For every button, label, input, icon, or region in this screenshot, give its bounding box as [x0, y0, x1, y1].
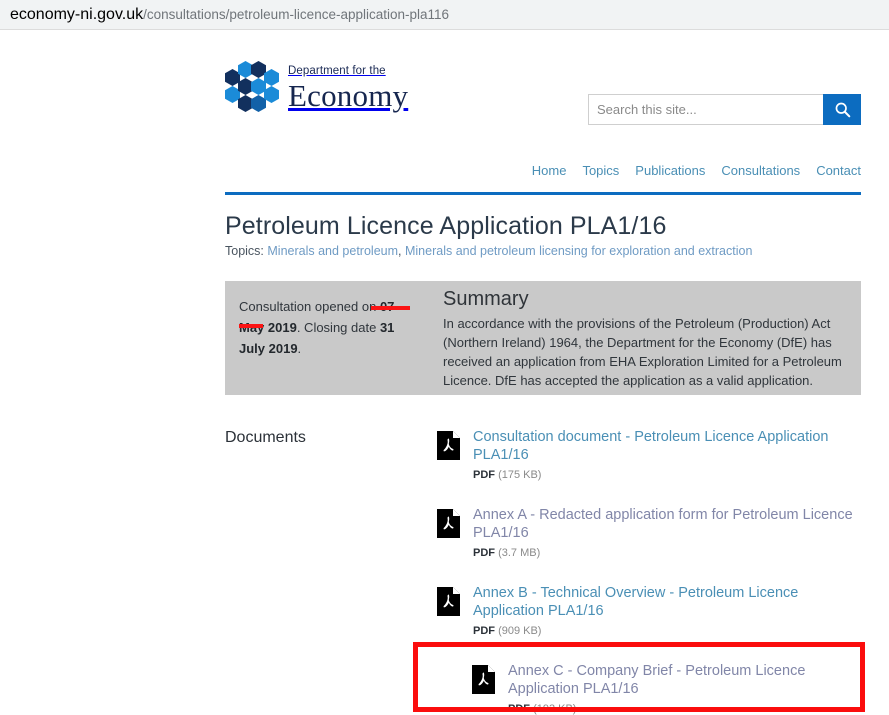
- document-item[interactable]: Annex A - Redacted application form for …: [437, 506, 861, 559]
- document-meta: PDF (175 KB): [473, 469, 861, 481]
- summary-content: Summary In accordance with the provision…: [435, 281, 861, 395]
- search-input[interactable]: [588, 94, 823, 125]
- primary-nav[interactable]: Home Topics Publications Consultations C…: [532, 163, 861, 178]
- document-size: (175 KB): [498, 469, 542, 481]
- topics-line: Topics: Minerals and petroleum, Minerals…: [225, 244, 752, 258]
- dates-suffix: .: [297, 341, 302, 356]
- topic-link-1[interactable]: Minerals and petroleum: [267, 244, 398, 258]
- document-meta: PDF (909 KB): [473, 625, 861, 637]
- consultation-dates: Consultation opened on 07 May 2019. Clos…: [225, 281, 435, 395]
- logo-wordmark: Department for the Economy: [288, 61, 408, 112]
- header-divider: [225, 192, 861, 195]
- nav-item-contact[interactable]: Contact: [816, 163, 861, 178]
- summary-body: In accordance with the provisions of the…: [443, 316, 842, 388]
- site-search[interactable]: [588, 94, 861, 125]
- summary-panel: Consultation opened on 07 May 2019. Clos…: [225, 281, 861, 395]
- document-body: Annex C - Company Brief - Petroleum Lice…: [508, 662, 861, 715]
- site-logo[interactable]: Department for the Economy: [225, 61, 408, 119]
- document-size: (193 KB): [533, 703, 577, 715]
- annotation-underline-opened-date-line1: [371, 306, 410, 310]
- nav-item-publications[interactable]: Publications: [635, 163, 705, 178]
- search-icon: [835, 102, 850, 118]
- summary-heading: Summary: [443, 288, 529, 310]
- document-item[interactable]: Consultation document - Petroleum Licenc…: [437, 428, 861, 481]
- document-body: Consultation document - Petroleum Licenc…: [473, 428, 861, 481]
- document-body: Annex A - Redacted application form for …: [473, 506, 861, 559]
- logo-line-2: Economy: [288, 78, 409, 113]
- search-button[interactable]: [823, 94, 861, 125]
- page-body: Department for the Economy Home Topics: [0, 30, 889, 715]
- url-host: economy-ni.gov.uk: [10, 5, 144, 23]
- document-title-link[interactable]: Annex C - Company Brief - Petroleum Lice…: [508, 662, 861, 698]
- document-body: Annex B - Technical Overview - Petroleum…: [473, 584, 861, 637]
- document-format: PDF: [473, 547, 495, 559]
- url-path: /consultations/petroleum-licence-applica…: [143, 7, 450, 22]
- document-item[interactable]: Annex B - Technical Overview - Petroleum…: [437, 584, 861, 637]
- dates-prefix: Consultation opened on: [239, 299, 380, 314]
- nav-item-topics[interactable]: Topics: [582, 163, 619, 178]
- page-title: Petroleum Licence Application PLA1/16: [225, 212, 667, 240]
- document-meta: PDF (3.7 MB): [473, 547, 861, 559]
- browser-url-bar[interactable]: economy-ni.gov.uk/consultations/petroleu…: [0, 0, 889, 30]
- documents-label: Documents: [225, 429, 306, 446]
- masthead: Department for the Economy Home Topics: [225, 30, 861, 178]
- topic-link-2[interactable]: Minerals and petroleum licensing for exp…: [405, 244, 752, 258]
- pdf-icon: [437, 587, 460, 616]
- document-format: PDF: [473, 469, 495, 481]
- topics-separator: ,: [398, 244, 402, 258]
- document-title-link[interactable]: Consultation document - Petroleum Licenc…: [473, 428, 861, 464]
- pdf-icon: [437, 509, 460, 538]
- document-meta: PDF (193 KB): [508, 703, 861, 715]
- pdf-icon: [437, 431, 460, 460]
- topics-label: Topics:: [225, 244, 264, 258]
- document-size: (909 KB): [498, 625, 542, 637]
- logo-line-1: Department for the: [288, 65, 386, 77]
- document-format: PDF: [508, 703, 530, 715]
- nav-item-consultations[interactable]: Consultations: [721, 163, 800, 178]
- pdf-icon: [472, 665, 495, 694]
- nav-item-home[interactable]: Home: [532, 163, 567, 178]
- document-title-link[interactable]: Annex B - Technical Overview - Petroleum…: [473, 584, 861, 620]
- annotation-underline-opened-date-line2: [239, 324, 263, 328]
- dates-middle: . Closing date: [296, 320, 380, 335]
- document-size: (3.7 MB): [498, 547, 541, 559]
- document-title-link[interactable]: Annex A - Redacted application form for …: [473, 506, 861, 542]
- documents-list: Consultation document - Petroleum Licenc…: [437, 428, 861, 715]
- document-format: PDF: [473, 625, 495, 637]
- document-item-highlighted[interactable]: Annex C - Company Brief - Petroleum Lice…: [437, 662, 861, 715]
- honeycomb-hexagons-icon: [225, 61, 279, 119]
- site-header: Department for the Economy Home Topics: [225, 30, 861, 178]
